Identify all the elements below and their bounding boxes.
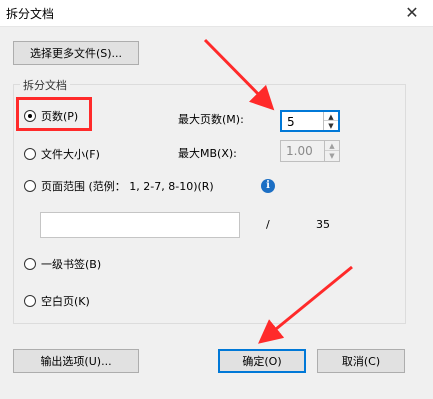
- annotation-arrows: [203, 38, 353, 344]
- annotation-arrow-to-max-pages: [203, 38, 275, 111]
- annotation-arrow-to-ok: [258, 265, 353, 344]
